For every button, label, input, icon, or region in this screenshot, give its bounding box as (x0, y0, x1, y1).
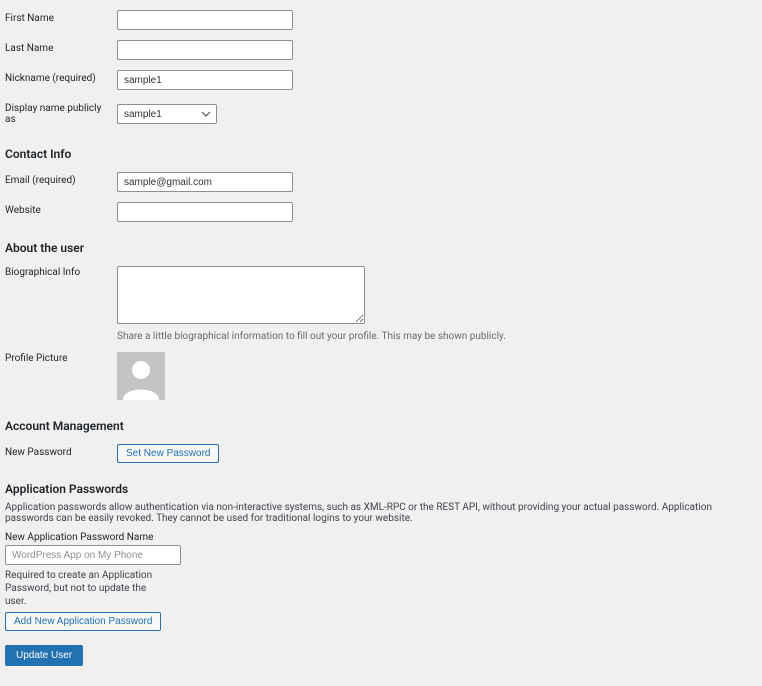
bio-label: Biographical Info (5, 261, 117, 347)
app-password-name-input[interactable] (5, 545, 181, 565)
first-name-input[interactable] (117, 10, 293, 30)
about-fields-table: Biographical Info Share a little biograp… (5, 261, 757, 405)
app-passwords-section: Application passwords allow authenticati… (5, 502, 757, 631)
add-app-password-button[interactable]: Add New Application Password (5, 612, 161, 631)
display-name-select[interactable]: sample1 (117, 104, 217, 124)
bio-textarea[interactable] (117, 266, 365, 324)
account-fields-table: New Password Set New Password (5, 439, 757, 468)
nickname-label: Nickname (required) (5, 65, 117, 95)
person-icon (117, 352, 165, 400)
update-user-button[interactable]: Update User (5, 645, 83, 666)
app-passwords-heading: Application Passwords (5, 482, 757, 496)
app-passwords-intro: Application passwords allow authenticati… (5, 502, 757, 524)
app-password-help: Required to create an Application Passwo… (5, 569, 165, 608)
submit-row: Update User (5, 645, 757, 666)
website-input[interactable] (117, 202, 293, 222)
first-name-label: First Name (5, 5, 117, 35)
bio-help: Share a little biographical information … (117, 331, 757, 342)
nickname-input[interactable] (117, 70, 293, 90)
last-name-input[interactable] (117, 40, 293, 60)
profile-picture-label: Profile Picture (5, 347, 117, 405)
app-password-name-label: New Application Password Name (5, 532, 757, 543)
last-name-label: Last Name (5, 35, 117, 65)
avatar (117, 352, 165, 400)
contact-info-heading: Contact Info (5, 147, 757, 161)
email-input[interactable] (117, 172, 293, 192)
about-user-heading: About the user (5, 241, 757, 255)
set-new-password-button[interactable]: Set New Password (117, 444, 219, 463)
contact-fields-table: Email (required) Website (5, 167, 757, 227)
new-password-label: New Password (5, 439, 117, 468)
account-mgmt-heading: Account Management (5, 419, 757, 433)
display-name-label: Display name publicly as (5, 95, 117, 133)
name-fields-table: First Name Last Name Nickname (required)… (5, 5, 757, 133)
website-label: Website (5, 197, 117, 227)
email-label: Email (required) (5, 167, 117, 197)
